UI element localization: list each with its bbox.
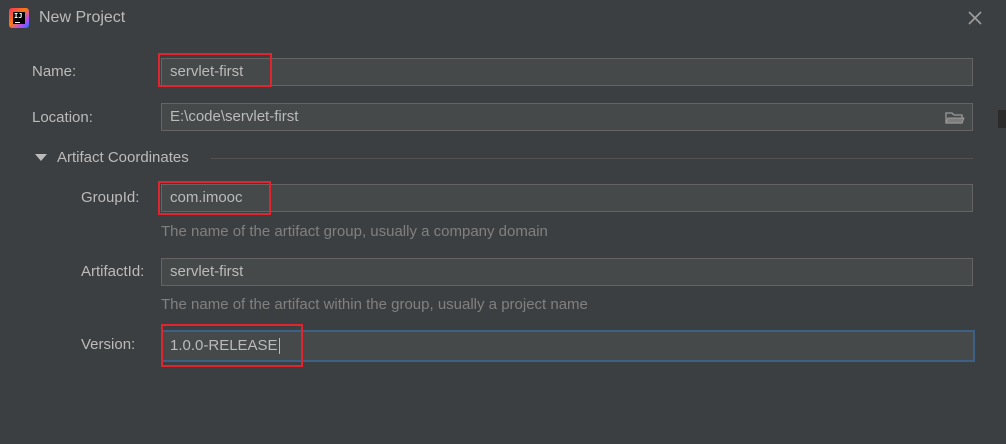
artifact-coordinates-toggle[interactable]: Artifact Coordinates bbox=[57, 149, 189, 166]
artifactid-input[interactable]: servlet-first bbox=[161, 258, 973, 286]
groupid-label: GroupId: bbox=[81, 189, 140, 206]
artifactid-hint: The name of the artifact within the grou… bbox=[161, 296, 588, 313]
location-value: E:\code\servlet-first bbox=[170, 108, 299, 125]
location-label: Location: bbox=[32, 109, 93, 126]
window-edge bbox=[998, 110, 1006, 128]
name-input[interactable]: servlet-first bbox=[161, 58, 973, 86]
folder-icon[interactable] bbox=[945, 109, 965, 125]
version-label: Version: bbox=[81, 336, 136, 353]
name-label: Name: bbox=[32, 63, 77, 80]
groupid-hint: The name of the artifact group, usually … bbox=[161, 223, 548, 240]
highlight-box-groupid bbox=[158, 181, 271, 215]
intellij-app-icon: IJ bbox=[9, 8, 29, 28]
highlight-box-version bbox=[161, 324, 303, 367]
expand-arrow-icon[interactable] bbox=[35, 154, 47, 161]
section-divider bbox=[211, 158, 973, 159]
artifactid-label: ArtifactId: bbox=[81, 263, 145, 280]
close-icon[interactable] bbox=[964, 7, 986, 29]
title-bar: IJ New Project bbox=[0, 0, 1006, 36]
location-input[interactable]: E:\code\servlet-first bbox=[161, 103, 973, 131]
window-title: New Project bbox=[39, 9, 126, 26]
artifactid-value: servlet-first bbox=[170, 263, 244, 280]
highlight-box-name bbox=[158, 53, 272, 87]
groupid-input[interactable]: com.imooc bbox=[161, 184, 973, 212]
